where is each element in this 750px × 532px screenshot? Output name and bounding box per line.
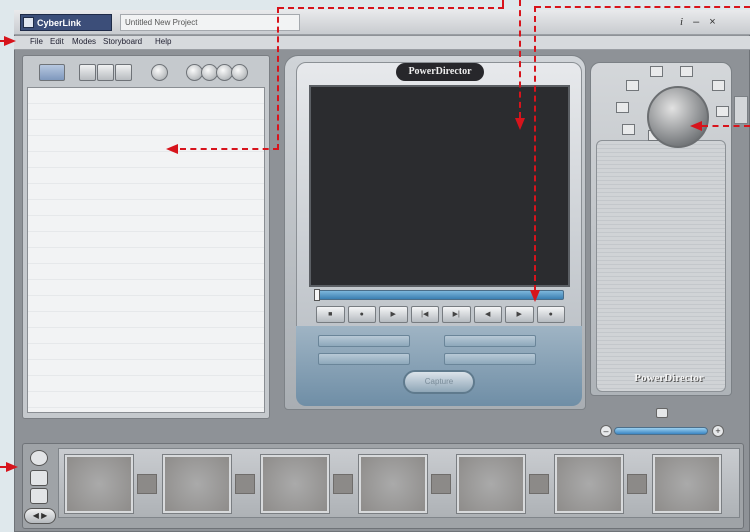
transition-slot[interactable] [431,474,451,494]
stop-button[interactable]: ■ [316,306,345,323]
project-title: Untitled New Project [120,14,300,31]
annotation-line [535,6,750,8]
next-frame-button[interactable]: ▶| [442,306,471,323]
annotation-line [277,7,279,150]
storyboard-nav[interactable]: ◀ ▶ [24,508,56,524]
preview-lower-panel [296,326,582,406]
speaker-icon [656,408,668,418]
annotation-line [519,0,521,118]
settings-icon[interactable] [231,64,248,81]
window-controls: i – × [680,14,746,30]
logo-cube-icon [23,17,34,28]
position-field[interactable] [444,353,536,365]
mode-content-area [596,140,726,392]
annotation-arrow-down [515,118,525,130]
video-library-tab[interactable] [39,64,65,81]
menu-modes[interactable]: Modes [72,37,96,46]
app-logo: CyberLink [20,14,112,31]
mode-icon-1[interactable] [650,66,663,77]
preview-screen [309,85,570,287]
annotation-arrow-down [530,290,540,302]
menu-edit[interactable]: Edit [50,37,64,46]
storyboard-clip-slot[interactable] [359,455,427,513]
annotation-arrow-left [166,144,178,154]
image-library-tab[interactable] [79,64,96,81]
storyboard-clip-slot[interactable] [653,455,721,513]
rewind-button[interactable]: ◀ [473,306,502,323]
import-icon[interactable] [151,64,168,81]
transition-slot[interactable] [333,474,353,494]
annotation-arrow-right [6,462,18,472]
annotation-line [534,6,536,291]
annotation-line [702,125,750,127]
storyboard-clip-slot[interactable] [65,455,133,513]
menu-bar: File Edit Modes Storyboard Help [14,36,750,50]
menu-file[interactable]: File [30,37,43,46]
mark-out-field[interactable] [444,335,536,347]
capture-button[interactable]: Capture [403,370,475,394]
volume-down-button[interactable]: – [600,425,612,437]
volume-slider[interactable] [614,427,708,435]
annotation-line [278,7,504,9]
transition-slot[interactable] [627,474,647,494]
snapshot-button[interactable]: ● [536,306,565,323]
effects-library-tab[interactable] [115,64,132,81]
info-button[interactable]: i [680,16,683,28]
storyboard-mode-icon[interactable] [30,450,48,466]
library-list[interactable] [27,87,265,413]
library-toolbar [24,60,268,84]
playback-controls: ■ ● ▶ |◀ ▶| ◀ ▶ ● [316,306,565,323]
app-logo-text: CyberLink [37,18,82,28]
mode-icon-6[interactable] [716,106,729,117]
annotation-line [180,148,279,150]
mode-icon-5[interactable] [616,102,629,113]
mark-in-field[interactable] [318,335,410,347]
mode-dial[interactable] [647,86,709,148]
close-button[interactable]: × [709,16,715,28]
annotation-arrow-right [4,36,16,46]
forward-button[interactable]: ▶ [505,306,534,323]
annotation-arrow-left [690,121,702,131]
mode-icon-4[interactable] [712,80,725,91]
minimize-button[interactable]: – [693,16,699,28]
transition-slot[interactable] [235,474,255,494]
storyboard-clip-slot[interactable] [457,455,525,513]
storyboard-clip-slot[interactable] [261,455,329,513]
storyboard-clip-slot[interactable] [555,455,623,513]
menu-storyboard[interactable]: Storyboard [103,37,142,46]
mode-icon-7[interactable] [622,124,635,135]
audio-library-tab[interactable] [97,64,114,81]
prev-frame-button[interactable]: |◀ [410,306,439,323]
play-button[interactable]: ▶ [379,306,408,323]
duration-field[interactable] [318,353,410,365]
seek-handle[interactable] [314,289,320,301]
preview-brand: PowerDirector [396,63,484,81]
panel-brand: PowerDirector [634,372,704,384]
edit-mode-icon[interactable] [30,488,48,504]
seek-bar[interactable] [316,290,564,300]
transition-slot[interactable] [137,474,157,494]
timeline-mode-icon[interactable] [30,470,48,486]
menu-help[interactable]: Help [155,37,171,46]
transition-slot[interactable] [529,474,549,494]
mode-icon-2[interactable] [680,66,693,77]
panel-expand-tab[interactable] [734,96,748,124]
volume-up-button[interactable]: + [712,425,724,437]
storyboard-clip-slot[interactable] [163,455,231,513]
record-button[interactable]: ● [347,306,376,323]
mode-icon-3[interactable] [626,80,639,91]
